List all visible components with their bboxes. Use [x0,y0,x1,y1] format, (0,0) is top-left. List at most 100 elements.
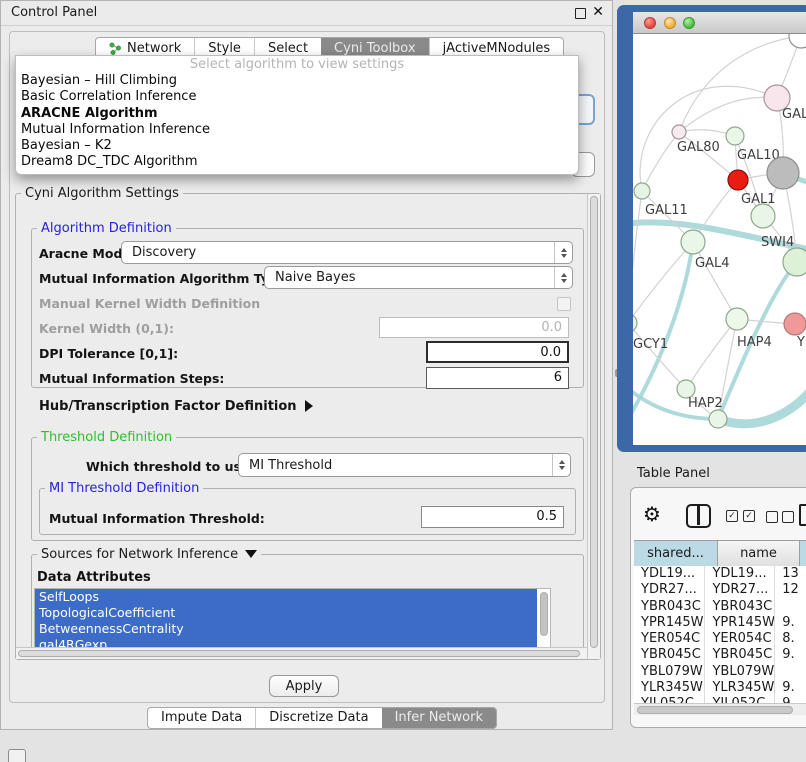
network-node-gal11[interactable] [634,183,650,199]
table-row[interactable]: YBL079WYBL079W [634,664,806,680]
close-traffic-light-button[interactable] [644,17,656,29]
data-attributes-list: SelfLoops TopologicalCoefficient Between… [34,588,551,652]
table-hscrollbar[interactable] [634,703,806,715]
mi-algorithm-type-combo[interactable]: Naive Bayes [264,266,573,289]
table-cell: YLR345W [634,680,705,696]
which-threshold-label: Which threshold to use: [86,459,254,474]
aracne-mode-combo[interactable]: Discovery [121,241,573,264]
apply-button[interactable]: Apply [269,675,339,697]
network-edge [633,191,642,323]
settings-hscrollbar-thumb[interactable] [18,650,580,657]
table-row[interactable]: YER054CYER054C8. [634,631,806,647]
gear-icon[interactable]: ⚙ [643,504,661,524]
table-cell: 12 [775,582,806,598]
collapsed-panel-icon[interactable] [8,749,26,762]
kernel-width-field[interactable]: 0.0 [379,317,569,338]
checked-checkbox-icon[interactable]: ✓ [743,510,755,522]
table-column-header[interactable]: shared... [634,541,718,566]
network-icon [109,42,122,55]
which-threshold-combo[interactable]: MI Threshold [238,453,571,477]
control-panel-titlebar[interactable]: Control Panel ✕ [1,1,612,26]
algorithm-option-highlighted[interactable]: ARACNE Algorithm [16,106,578,122]
network-node-gal1[interactable] [728,170,748,190]
mi-algorithm-type-label: Mutual Information Algorithm Type: [39,271,291,286]
split-columns-icon[interactable] [686,504,711,528]
table-row[interactable]: YBR045CYBR045C9. [634,647,806,663]
unchecked-checkbox-icon[interactable]: ✓ [782,511,794,523]
network-node-label: HAP4 [737,335,772,350]
unchecked-checkbox-icon[interactable]: ✓ [766,511,778,523]
table-cell: 9. [775,680,806,696]
dpi-tolerance-label: DPI Tolerance [0,1]: [39,346,178,361]
table-row[interactable]: YIL052CYIL052C9. [634,696,806,703]
table-cell: YLR345W [705,680,775,696]
network-node-gal10[interactable] [726,127,744,145]
cyni-algorithm-settings-title: Cyni Algorithm Settings [21,186,183,201]
algorithm-option[interactable]: Bayesian – K2 [16,138,578,154]
network-canvas[interactable]: GAL7GAL80GAL10GAL1GAL11SWI4GAL4HAP4YGCY1… [633,34,806,445]
network-node[interactable] [751,204,775,228]
table-panel: ⚙ ✓ ✓ ✓ ✓ shared...name YDL19...YDL19...… [630,487,806,728]
manual-kernel-width-checkbox[interactable] [557,297,571,311]
control-panel-window: Control Panel ✕ Network Style Select Cyn… [0,0,613,730]
close-icon[interactable]: ✕ [592,4,604,20]
attribute-item[interactable]: BetweennessCentrality [35,621,537,637]
algorithm-option[interactable]: Basic Correlation Inference [16,89,578,105]
kernel-width-label: Kernel Width (0,1): [39,321,174,336]
table-header-row: shared...name [634,540,806,567]
network-node[interactable] [709,410,727,428]
algorithm-option[interactable]: Dream8 DC_TDC Algorithm [16,154,578,170]
hub-definition-expander[interactable]: Hub/Transcription Factor Definition [39,399,313,414]
tab-infer-network[interactable]: Infer Network [382,708,496,728]
settings-hscrollbar[interactable] [16,647,587,659]
network-node-label: GAL4 [695,256,729,271]
network-window-titlebar[interactable] [633,12,806,34]
combo-stepper-icon [554,267,572,288]
data-attributes-label: Data Attributes [37,570,151,585]
table-row[interactable]: YDL19...YDL19...13 [634,566,806,582]
zoom-traffic-light-button[interactable] [683,17,695,29]
tab-impute-data[interactable]: Impute Data [148,708,255,728]
mi-steps-field[interactable]: 6 [426,367,569,389]
attribute-item[interactable]: TopologicalCoefficient [35,605,537,621]
checked-checkbox-icon[interactable]: ✓ [726,510,738,522]
settings-vscrollbar-thumb[interactable] [590,196,598,648]
table-row[interactable]: YPR145WYPR145W9. [634,615,806,631]
network-node-swi4[interactable] [783,248,806,276]
float-window-icon[interactable] [575,8,586,19]
mi-threshold-field[interactable]: 0.5 [421,506,564,528]
table-cell: 9. [775,696,806,703]
table-cell: 13 [775,566,806,582]
manual-kernel-width-label: Manual Kernel Width Definition [39,296,260,311]
table-row[interactable]: YBR043CYBR043C [634,599,806,615]
tab-discretize-data[interactable]: Discretize Data [255,708,381,728]
algorithm-option[interactable]: Mutual Information Inference [16,122,578,138]
network-node[interactable] [767,157,799,189]
network-node-label: GCY1 [633,337,668,352]
settings-vscrollbar[interactable] [587,194,600,659]
algorithm-option[interactable]: Bayesian – Hill Climbing [16,73,578,89]
minimize-traffic-light-button[interactable] [664,17,676,29]
network-node-hap4[interactable] [726,308,748,330]
network-node[interactable] [789,34,806,48]
table-row[interactable]: YDR27...YDR27...12 [634,582,806,598]
table-cell: YER054C [634,631,705,647]
table-row[interactable]: YLR345WYLR345W9. [634,680,806,696]
network-node-gal80[interactable] [672,125,686,139]
table-cell: YPR145W [705,615,775,631]
table-hscrollbar-thumb[interactable] [637,706,793,714]
table-column-header[interactable] [800,541,806,566]
table-body: YDL19...YDL19...13YDR27...YDR27...12YBR0… [634,566,806,703]
table-column-header[interactable]: name [718,541,800,566]
attributes-scrollbar-thumb[interactable] [540,592,548,636]
mi-steps-label: Mutual Information Steps: [39,371,224,386]
network-node-gcy1[interactable] [633,314,637,332]
sources-expander[interactable]: Sources for Network Inference [37,547,261,562]
network-node-label: GAL11 [645,203,688,218]
dpi-tolerance-field[interactable]: 0.0 [426,341,569,363]
network-node-y[interactable] [784,313,806,335]
network-node-gal4[interactable] [681,230,705,254]
attribute-item[interactable]: SelfLoops [35,589,537,605]
document-icon[interactable] [799,504,806,526]
table-cell: 9. [775,647,806,663]
